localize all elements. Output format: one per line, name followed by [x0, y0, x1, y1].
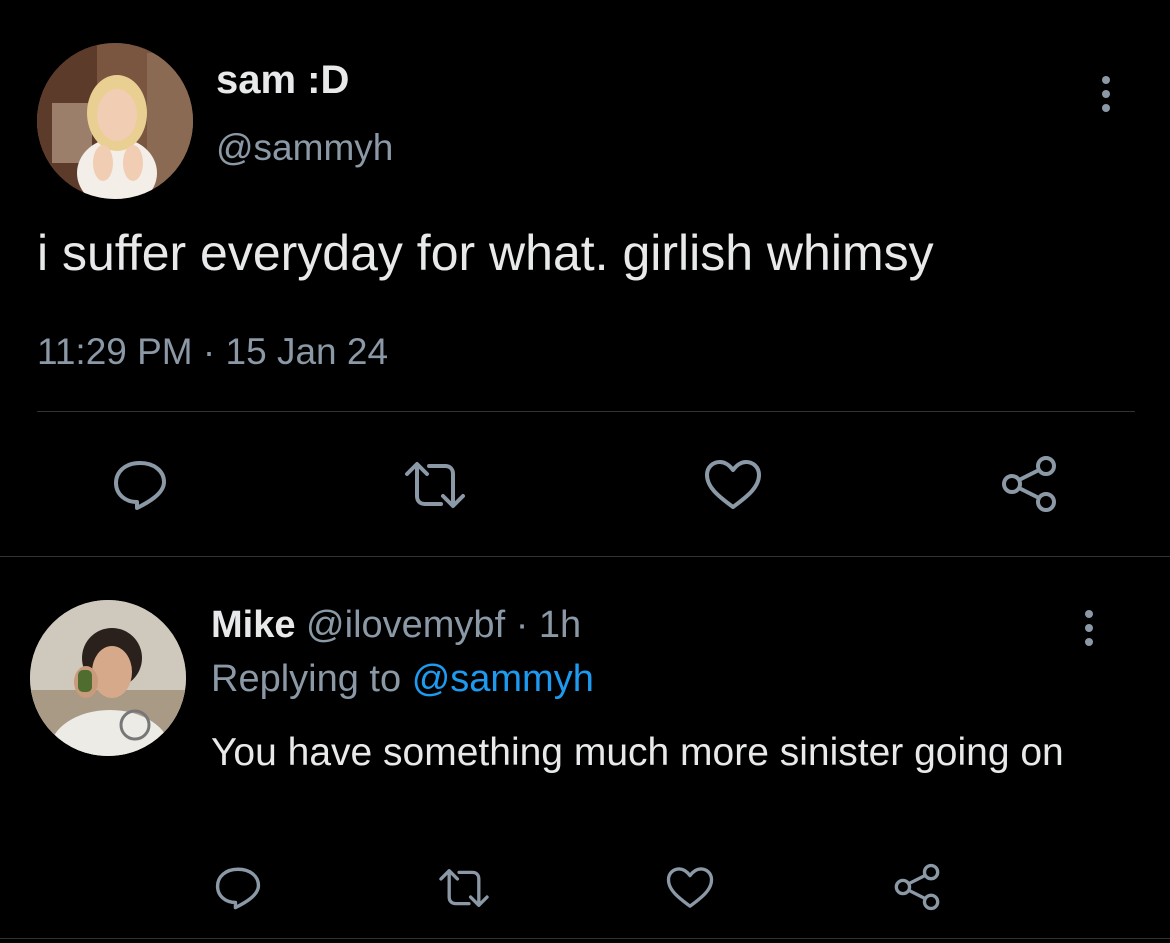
share-icon[interactable]	[998, 453, 1060, 515]
tweet-timestamp[interactable]: 11:29 PM · 15 Jan 24	[37, 331, 388, 373]
avatar-photo	[30, 600, 186, 756]
divider	[37, 411, 1135, 412]
retweet-icon[interactable]	[400, 455, 470, 515]
replying-to: Replying to @sammyh	[211, 658, 594, 701]
reply-age[interactable]: 1h	[539, 604, 581, 646]
divider	[0, 556, 1170, 557]
reply-display-name[interactable]: Mike	[211, 604, 295, 646]
author-display-name[interactable]: sam :D	[216, 58, 349, 103]
reply-header: Mike @ilovemybf · 1h	[211, 604, 581, 647]
more-options-icon[interactable]	[1084, 610, 1094, 652]
reply-icon[interactable]	[110, 455, 170, 515]
reply-separator: ·	[515, 604, 529, 646]
like-icon[interactable]	[702, 455, 764, 515]
more-options-icon[interactable]	[1101, 76, 1111, 118]
avatar-mike[interactable]	[30, 600, 186, 756]
avatar-photo	[37, 43, 193, 199]
tweet-time: 11:29 PM	[37, 331, 193, 372]
reply-handle[interactable]: @ilovemybf	[306, 604, 505, 646]
reply-text: You have something much more sinister go…	[211, 731, 1064, 774]
like-icon[interactable]	[664, 862, 716, 914]
tweet-date: 15 Jan 24	[225, 331, 389, 372]
tweet-text: i suffer everyday for what. girlish whim…	[37, 225, 934, 281]
replying-to-mention[interactable]: @sammyh	[412, 658, 594, 700]
replying-to-label: Replying to	[211, 658, 402, 700]
divider	[0, 938, 1170, 939]
author-handle[interactable]: @sammyh	[216, 127, 393, 169]
avatar-sam[interactable]	[37, 43, 193, 199]
retweet-icon[interactable]	[434, 862, 494, 914]
reply-icon[interactable]	[212, 862, 264, 914]
share-icon[interactable]	[890, 860, 944, 914]
timestamp-separator: ·	[202, 331, 216, 372]
